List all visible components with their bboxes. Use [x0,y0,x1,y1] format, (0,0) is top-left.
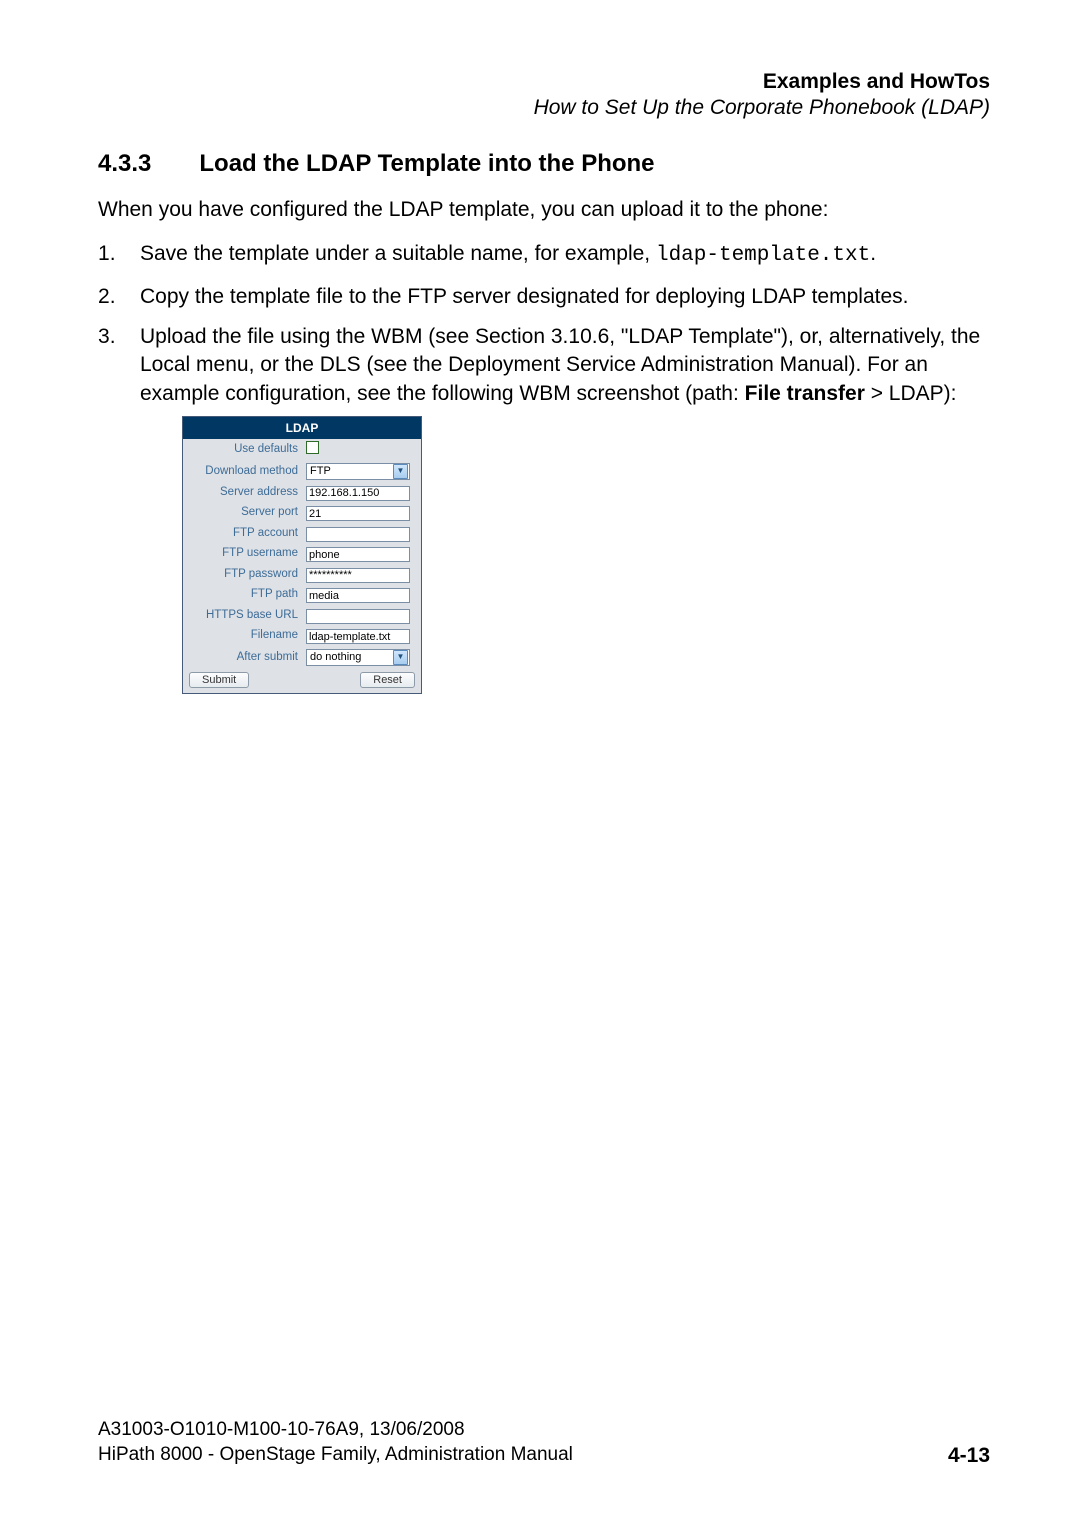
header-subtitle: How to Set Up the Corporate Phonebook (L… [98,96,990,120]
footer-doc-id: A31003-O1010-M100-10-76A9, 13/06/2008 [98,1417,573,1443]
input-ftp-password[interactable] [306,568,410,583]
label-after-submit: After submit [183,646,302,668]
select-download-method[interactable]: FTP ▼ [306,463,410,480]
label-ftp-username: FTP username [183,544,302,565]
step-1-text-a: Save the template under a suitable name,… [140,242,656,265]
footer-left: A31003-O1010-M100-10-76A9, 13/06/2008 Hi… [98,1417,573,1468]
step-2: Copy the template file to the FTP server… [98,283,990,311]
label-use-defaults: Use defaults [183,439,302,460]
step-3-bold: File transfer [745,382,865,405]
select-after-submit[interactable]: do nothing ▼ [306,649,410,666]
step-1: Save the template under a suitable name,… [98,240,990,270]
page-footer: A31003-O1010-M100-10-76A9, 13/06/2008 Hi… [98,1417,990,1468]
section-heading: 4.3.3 Load the LDAP Template into the Pho… [98,150,990,178]
footer-doc-title: HiPath 8000 - OpenStage Family, Administ… [98,1442,573,1468]
label-download-method: Download method [183,460,302,482]
chevron-down-icon: ▼ [393,650,408,665]
ldap-table: Use defaults Download method FTP ▼ [183,439,421,668]
steps-list: Save the template under a suitable name,… [98,240,990,706]
input-server-address[interactable] [306,486,410,501]
select-after-submit-value: do nothing [310,650,361,665]
select-download-method-value: FTP [310,464,331,479]
ldap-panel-title: LDAP [183,417,421,439]
label-ftp-account: FTP account [183,523,302,544]
submit-button[interactable]: Submit [189,672,249,688]
page-header: Examples and HowTos How to Set Up the Co… [98,70,990,120]
input-ftp-path[interactable] [306,588,410,603]
input-ftp-account[interactable] [306,527,410,542]
input-filename[interactable] [306,629,410,644]
step-3: Upload the file using the WBM (see Secti… [98,323,990,694]
input-https-base-url[interactable] [306,609,410,624]
step-2-text: Copy the template file to the FTP server… [140,285,908,308]
label-https-base-url: HTTPS base URL [183,605,302,626]
chevron-down-icon: ▼ [393,464,408,479]
step-3-text-b: > LDAP): [865,382,957,405]
label-server-address: Server address [183,482,302,503]
input-server-port[interactable] [306,506,410,521]
label-ftp-password: FTP password [183,564,302,585]
label-ftp-path: FTP path [183,585,302,606]
section-number: 4.3.3 [98,150,151,178]
reset-button[interactable]: Reset [360,672,415,688]
intro-text: When you have configured the LDAP templa… [98,196,990,224]
input-ftp-username[interactable] [306,547,410,562]
ldap-panel: LDAP Use defaults Download method FTP ▼ [182,416,422,694]
header-title: Examples and HowTos [98,70,990,94]
label-server-port: Server port [183,503,302,524]
label-filename: Filename [183,626,302,647]
footer-page-number: 4-13 [948,1444,990,1468]
section-title: Load the LDAP Template into the Phone [199,150,654,177]
step-1-code: ldap-template.txt [656,244,870,267]
ldap-buttons: Submit Reset [183,668,421,693]
step-1-text-b: . [870,242,876,265]
checkbox-use-defaults[interactable] [306,441,319,454]
